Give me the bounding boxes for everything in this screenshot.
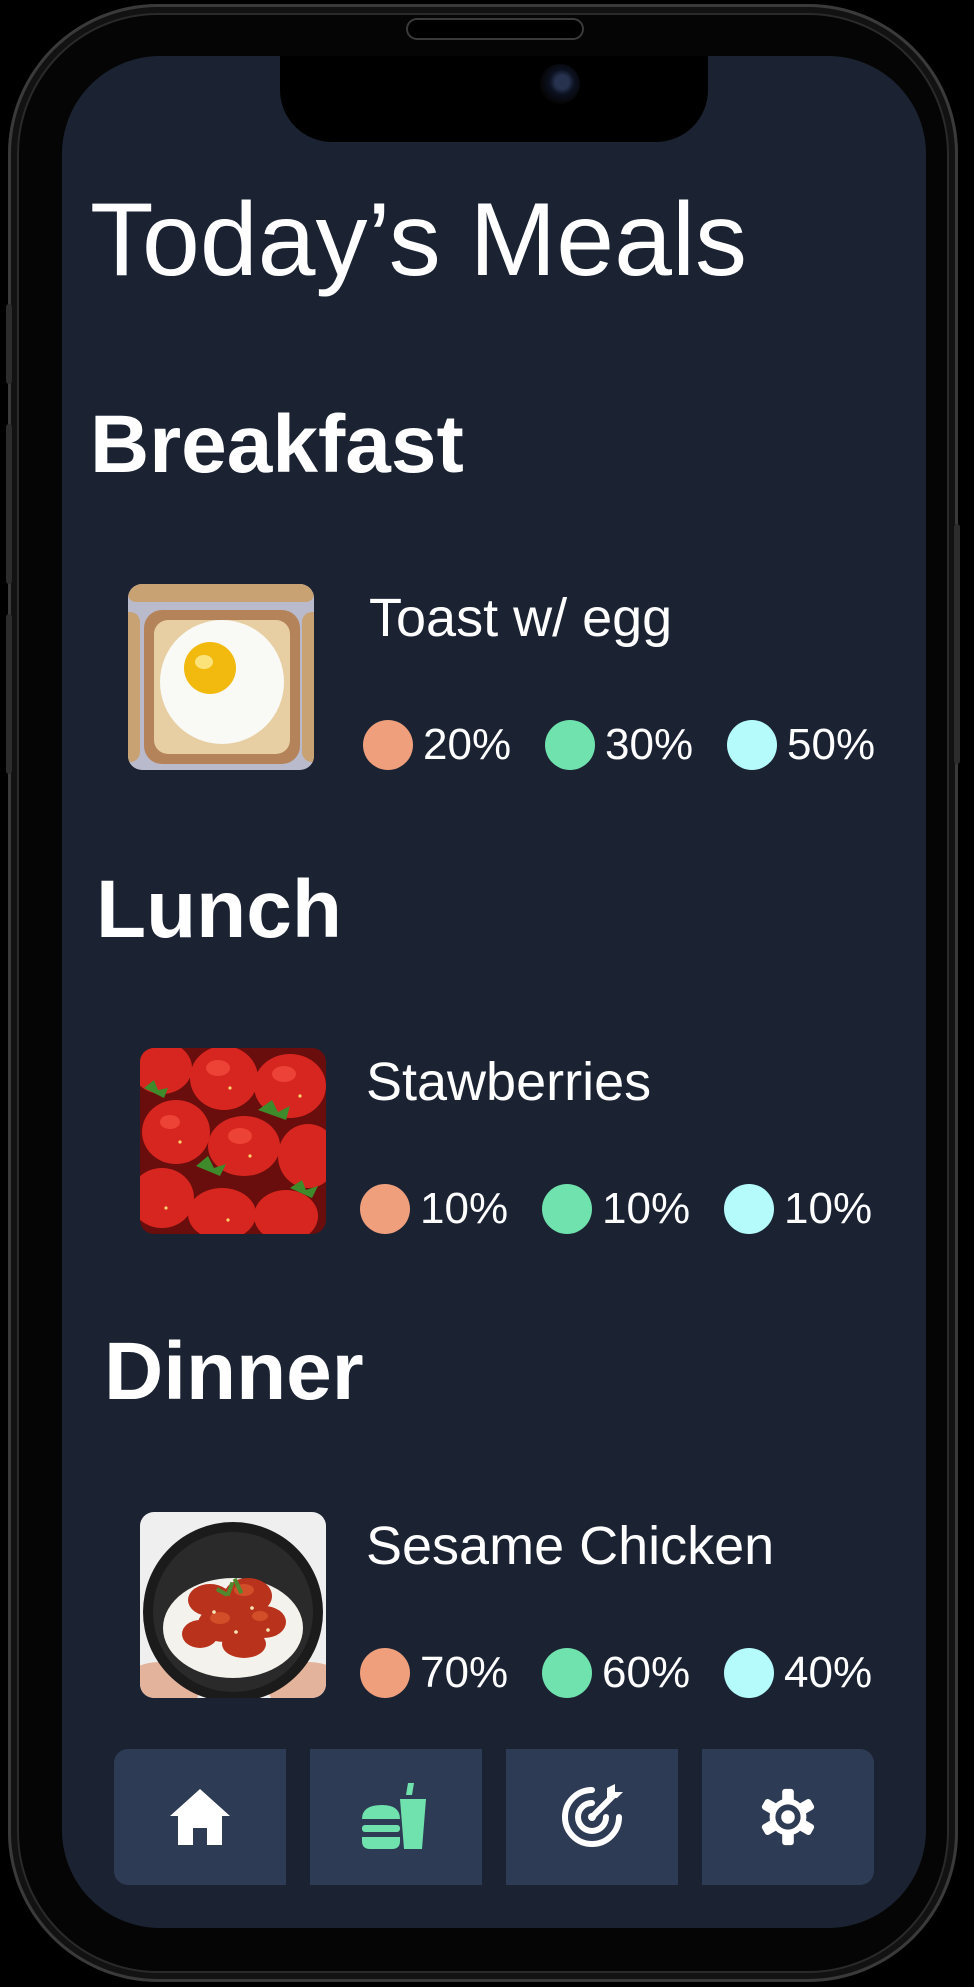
section-title-dinner: Dinner bbox=[104, 1326, 364, 1417]
meal-image-sesame-chicken[interactable] bbox=[140, 1512, 326, 1698]
meal-name: Sesame Chicken bbox=[366, 1516, 775, 1576]
settings-gear-icon bbox=[761, 1788, 815, 1846]
macro-item: 50% bbox=[727, 720, 909, 770]
macro-row: 10% 10% 10% bbox=[360, 1184, 906, 1234]
macro-item: 60% bbox=[542, 1648, 724, 1698]
macro-value: 60% bbox=[602, 1648, 691, 1697]
notch bbox=[280, 56, 708, 142]
goals-target-icon bbox=[562, 1784, 623, 1847]
macro-dot-2 bbox=[542, 1648, 592, 1698]
macro-dot-1 bbox=[363, 720, 413, 770]
meal-name: Stawberries bbox=[366, 1052, 652, 1112]
macro-value: 40% bbox=[784, 1648, 873, 1697]
macro-value: 10% bbox=[420, 1184, 509, 1233]
macro-item: 10% bbox=[542, 1184, 724, 1234]
macro-row: 70% 60% 40% bbox=[360, 1648, 906, 1698]
nav-goals-button[interactable] bbox=[506, 1749, 678, 1885]
macro-item: 30% bbox=[545, 720, 727, 770]
macro-value: 10% bbox=[784, 1184, 873, 1233]
power-button bbox=[954, 524, 960, 764]
section-title-lunch: Lunch bbox=[96, 864, 342, 955]
meal-image-strawberries[interactable] bbox=[140, 1048, 326, 1234]
macro-value: 70% bbox=[420, 1648, 509, 1697]
meal-image-toast-with-egg[interactable] bbox=[128, 584, 314, 770]
macro-item: 10% bbox=[724, 1184, 906, 1234]
macro-dot-2 bbox=[542, 1184, 592, 1234]
macro-item: 70% bbox=[360, 1648, 542, 1698]
macro-item: 20% bbox=[363, 720, 545, 770]
volume-down-button bbox=[6, 614, 12, 774]
macro-value: 30% bbox=[605, 720, 694, 769]
macro-dot-1 bbox=[360, 1648, 410, 1698]
home-icon bbox=[170, 1789, 230, 1845]
macro-dot-3 bbox=[727, 720, 777, 770]
volume-up-button bbox=[6, 424, 12, 584]
macro-item: 40% bbox=[724, 1648, 906, 1698]
meals-icon bbox=[362, 1783, 426, 1849]
camera-icon bbox=[540, 64, 580, 104]
bottom-nav bbox=[114, 1749, 876, 1885]
section-title-breakfast: Breakfast bbox=[90, 399, 464, 490]
macro-dot-3 bbox=[724, 1184, 774, 1234]
macro-value: 20% bbox=[423, 720, 512, 769]
mute-switch bbox=[6, 304, 12, 384]
speaker-slot bbox=[408, 20, 582, 38]
macro-dot-3 bbox=[724, 1648, 774, 1698]
macro-dot-1 bbox=[360, 1184, 410, 1234]
nav-settings-button[interactable] bbox=[702, 1749, 874, 1885]
macro-value: 10% bbox=[602, 1184, 691, 1233]
macro-row: 20% 30% 50% bbox=[363, 720, 909, 770]
page-title: Today’s Meals bbox=[90, 182, 748, 298]
macro-item: 10% bbox=[360, 1184, 542, 1234]
phone-frame: Today’s Meals Breakfast Toast w/ egg 20% bbox=[6, 4, 960, 1982]
nav-home-button[interactable] bbox=[114, 1749, 286, 1885]
nav-meals-button[interactable] bbox=[310, 1749, 482, 1885]
screen: Today’s Meals Breakfast Toast w/ egg 20% bbox=[62, 56, 926, 1928]
meal-name: Toast w/ egg bbox=[369, 588, 673, 648]
macro-dot-2 bbox=[545, 720, 595, 770]
macro-value: 50% bbox=[787, 720, 876, 769]
